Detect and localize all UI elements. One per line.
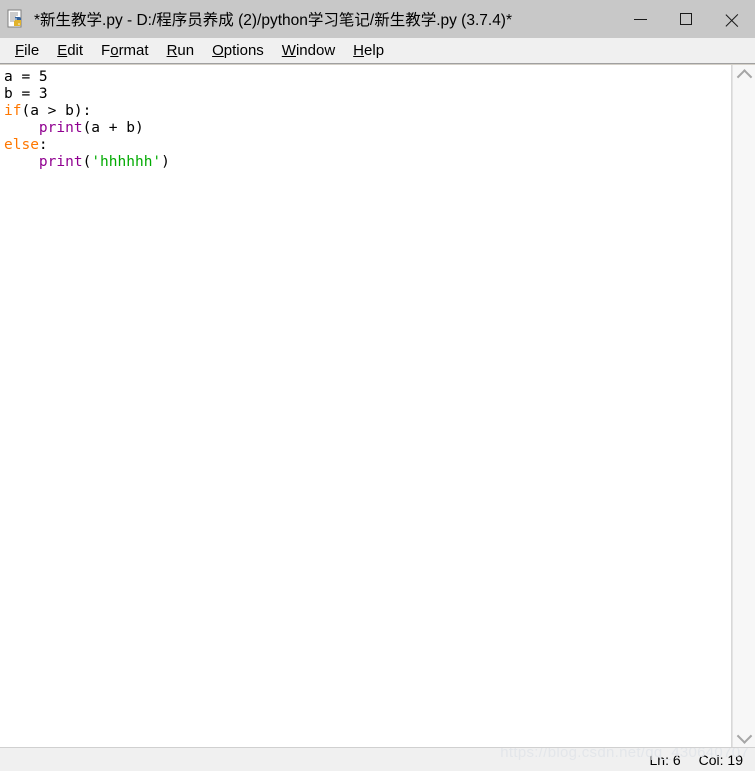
maximize-button[interactable] — [663, 0, 709, 38]
code-token: (a + b) — [82, 120, 144, 136]
menu-item-window[interactable]: Window — [273, 41, 344, 61]
code-token: (a > b): — [21, 103, 92, 119]
menu-item-edit[interactable]: Edit — [48, 41, 92, 61]
scrollbar-track[interactable] — [733, 85, 755, 727]
code-line: else: — [4, 137, 48, 153]
minimize-icon — [633, 18, 647, 20]
menu-item-file[interactable]: File — [6, 41, 48, 61]
maximize-icon — [680, 13, 692, 25]
status-line-indicator: Ln: 6 — [649, 751, 681, 768]
scroll-up-button[interactable] — [733, 65, 755, 85]
vertical-scrollbar[interactable] — [732, 65, 755, 747]
menu-bar: File Edit Format Run Options Window Help — [0, 38, 755, 64]
code-token: print — [38, 154, 83, 170]
close-icon — [725, 12, 739, 26]
code-token: else — [4, 137, 39, 153]
window-controls — [617, 0, 755, 38]
idle-editor-window: *新生教学.py - D:/程序员养成 (2)/python学习笔记/新生教学.… — [0, 0, 755, 771]
code-token: ( — [82, 154, 92, 170]
code-line: print('hhhhhh') — [4, 154, 170, 170]
code-line: print(a + b) — [4, 120, 144, 136]
scroll-down-button[interactable] — [733, 727, 755, 747]
minimize-button[interactable] — [617, 0, 663, 38]
code-token: ) — [161, 154, 170, 170]
chevron-down-icon — [736, 727, 752, 744]
menu-item-run[interactable]: Run — [158, 41, 204, 61]
close-button[interactable] — [709, 0, 755, 38]
code-token: 'hhhhhh' — [91, 154, 162, 170]
idle-python-file-icon — [5, 8, 27, 30]
code-token: a = 5 — [4, 69, 48, 85]
menu-item-format[interactable]: Format — [92, 41, 158, 61]
code-token: : — [38, 137, 48, 153]
code-line: a = 5 — [4, 69, 48, 85]
status-column-indicator: Col: 19 — [698, 751, 743, 768]
menu-item-help[interactable]: Help — [344, 41, 393, 61]
status-bar: https://blog.csdn.net/qq_430640707 Ln: 6… — [0, 747, 755, 771]
code-line: b = 3 — [4, 86, 48, 102]
code-line: if(a > b): — [4, 103, 91, 119]
menu-item-options[interactable]: Options — [203, 41, 273, 61]
source-code: a = 5 b = 3 if(a > b): print(a + b) else… — [4, 69, 731, 171]
code-text-area[interactable]: a = 5 b = 3 if(a > b): print(a + b) else… — [0, 65, 732, 747]
window-title: *新生教学.py - D:/程序员养成 (2)/python学习笔记/新生教学.… — [34, 12, 513, 29]
title-bar: *新生教学.py - D:/程序员养成 (2)/python学习笔记/新生教学.… — [0, 0, 755, 38]
editor-area: a = 5 b = 3 if(a > b): print(a + b) else… — [0, 64, 755, 747]
code-token: if — [4, 103, 22, 119]
code-token: print — [38, 120, 83, 136]
chevron-up-icon — [736, 68, 752, 85]
code-token: b = 3 — [4, 86, 48, 102]
